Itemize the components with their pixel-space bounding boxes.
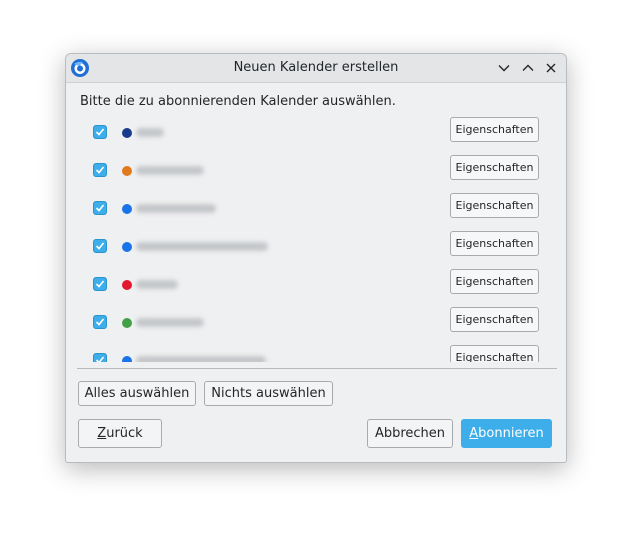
check-icon (95, 166, 105, 174)
calendar-color-dot (122, 280, 132, 290)
intro-text: Bitte die zu abonnierenden Kalender ausw… (80, 94, 396, 109)
list-separator (77, 368, 557, 369)
calendar-color-dot (122, 242, 132, 252)
window-title: Neuen Kalender erstellen (233, 60, 399, 75)
subscribe-label: bonnieren (478, 426, 544, 441)
properties-button[interactable]: Eigenschaften (450, 345, 539, 362)
check-icon (95, 280, 105, 288)
calendar-checkbox[interactable] (93, 315, 107, 329)
back-button[interactable]: Zurück (78, 419, 162, 448)
properties-button[interactable]: Eigenschaften (450, 231, 539, 256)
properties-button[interactable]: Eigenschaften (450, 193, 539, 218)
calendar-color-dot (122, 356, 132, 362)
calendar-checkbox[interactable] (93, 277, 107, 291)
subscribe-calendar-dialog: Neuen Kalender erstellen Bitte die zu ab… (65, 53, 567, 463)
calendar-name-redacted (136, 318, 204, 327)
close-icon[interactable] (543, 60, 559, 76)
calendar-checkbox[interactable] (93, 239, 107, 253)
check-icon (95, 356, 105, 362)
properties-button[interactable]: Eigenschaften (450, 117, 539, 142)
calendar-row: Eigenschaften (78, 340, 558, 362)
select-none-button[interactable]: Nichts auswählen (204, 381, 333, 406)
calendar-row: Eigenschaften (78, 188, 558, 226)
calendar-list: Eigenschaften Eigenschaften Eigenschafte… (78, 112, 558, 362)
calendar-color-dot (122, 128, 132, 138)
calendar-name-redacted (136, 280, 178, 289)
subscribe-button[interactable]: Abonnieren (461, 419, 552, 448)
chevron-down-icon[interactable] (496, 60, 512, 76)
calendar-row: Eigenschaften (78, 112, 558, 150)
check-icon (95, 128, 105, 136)
cancel-button[interactable]: Abbrechen (367, 419, 453, 448)
calendar-name-redacted (136, 242, 268, 251)
properties-button[interactable]: Eigenschaften (450, 155, 539, 180)
chevron-up-icon[interactable] (520, 60, 536, 76)
calendar-checkbox[interactable] (93, 353, 107, 362)
calendar-name-redacted (136, 204, 216, 213)
calendar-checkbox[interactable] (93, 125, 107, 139)
subscribe-mnemonic: A (469, 426, 479, 441)
calendar-row: Eigenschaften (78, 302, 558, 340)
calendar-color-dot (122, 204, 132, 214)
calendar-name-redacted (136, 166, 204, 175)
select-all-button[interactable]: Alles auswählen (78, 381, 196, 406)
properties-button[interactable]: Eigenschaften (450, 307, 539, 332)
calendar-color-dot (122, 166, 132, 176)
calendar-row: Eigenschaften (78, 264, 558, 302)
check-icon (95, 318, 105, 326)
check-icon (95, 242, 105, 250)
title-bar[interactable]: Neuen Kalender erstellen (66, 54, 566, 83)
back-label: urück (106, 426, 143, 441)
back-mnemonic: Z (97, 426, 107, 441)
calendar-color-dot (122, 318, 132, 328)
check-icon (95, 204, 105, 212)
calendar-checkbox[interactable] (93, 201, 107, 215)
calendar-row: Eigenschaften (78, 150, 558, 188)
calendar-checkbox[interactable] (93, 163, 107, 177)
calendar-row: Eigenschaften (78, 226, 558, 264)
properties-button[interactable]: Eigenschaften (450, 269, 539, 294)
calendar-name-redacted (136, 356, 266, 362)
calendar-name-redacted (136, 128, 164, 137)
